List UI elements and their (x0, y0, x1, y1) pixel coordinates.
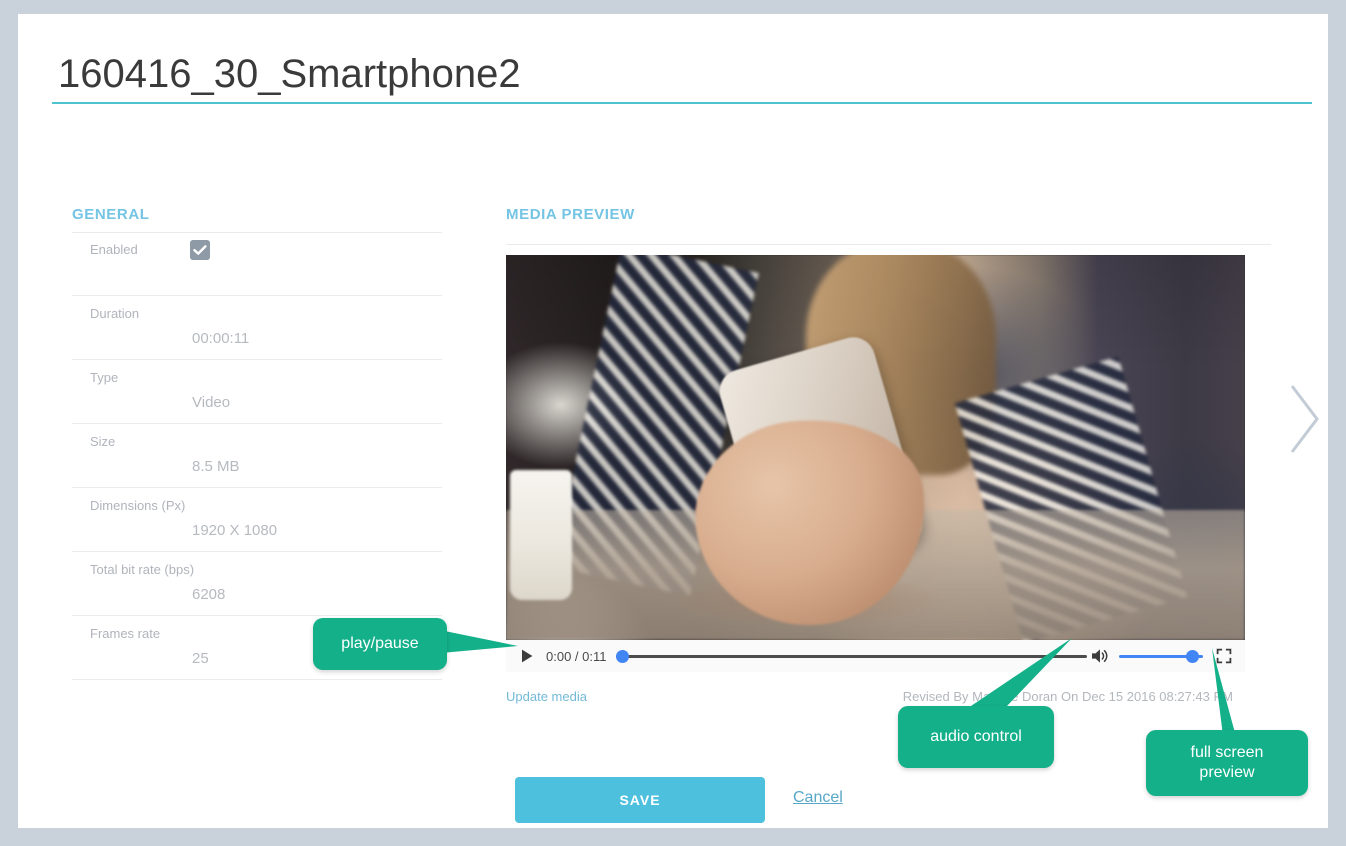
mute-button[interactable] (1087, 643, 1113, 669)
media-heading-divider (506, 244, 1271, 245)
page-title: 160416_30_Smartphone2 (58, 52, 521, 96)
field-row-type: Type Video (72, 360, 442, 424)
field-value: 8.5 MB (192, 458, 240, 475)
progress-handle[interactable] (616, 649, 630, 663)
media-preview-heading: MEDIA PREVIEW (506, 206, 635, 223)
save-button[interactable]: SAVE (515, 777, 765, 823)
callout-play-pause: play/pause (313, 618, 447, 670)
video-preview[interactable] (506, 255, 1245, 640)
field-label: Total bit rate (bps) (90, 562, 195, 577)
check-icon (193, 245, 207, 255)
field-label: Dimensions (Px) (90, 498, 186, 513)
screen: 160416_30_Smartphone2 GENERAL Enabled Du… (0, 0, 1346, 846)
general-section-heading: GENERAL (72, 206, 150, 223)
still-cup (510, 470, 572, 600)
field-row-size: Size 8.5 MB (72, 424, 442, 488)
general-field-list: Enabled Duration 00:00:11 Type Video Siz… (72, 232, 442, 680)
field-value: 25 (192, 650, 209, 667)
field-label: Enabled (90, 242, 138, 257)
field-value: 6208 (192, 586, 226, 603)
field-label: Frames rate (90, 626, 161, 641)
field-row-bitrate: Total bit rate (bps) 6208 (72, 552, 442, 616)
video-poster-image (506, 255, 1245, 640)
field-row-enabled: Enabled (72, 232, 442, 296)
field-value: Video (192, 394, 231, 411)
title-divider (52, 102, 1312, 104)
chevron-right-icon (1290, 385, 1319, 453)
cancel-link[interactable]: Cancel (793, 789, 843, 807)
next-item-button[interactable] (1284, 380, 1324, 458)
speaker-icon (1092, 649, 1108, 663)
callout-fullscreen-preview: full screen preview (1146, 730, 1308, 796)
callout-fullscreen-label: full screen preview (1190, 744, 1264, 781)
video-controls-bar: 0:00 / 0:11 (506, 640, 1245, 672)
detail-card: 160416_30_Smartphone2 GENERAL Enabled Du… (18, 14, 1328, 828)
play-icon (522, 649, 533, 663)
field-row-dimensions: Dimensions (Px) 1920 X 1080 (72, 488, 442, 552)
update-media-link[interactable]: Update media (506, 689, 587, 704)
field-row-duration: Duration 00:00:11 (72, 296, 442, 360)
field-label: Size (90, 434, 116, 449)
field-label: Type (90, 370, 119, 385)
callout-audio-control: audio control (898, 706, 1054, 768)
field-value: 00:00:11 (192, 330, 250, 347)
field-value: 1920 X 1080 (192, 522, 278, 539)
field-label: Duration (90, 306, 140, 321)
time-display: 0:00 / 0:11 (546, 648, 607, 664)
enabled-checkbox[interactable] (190, 240, 210, 260)
